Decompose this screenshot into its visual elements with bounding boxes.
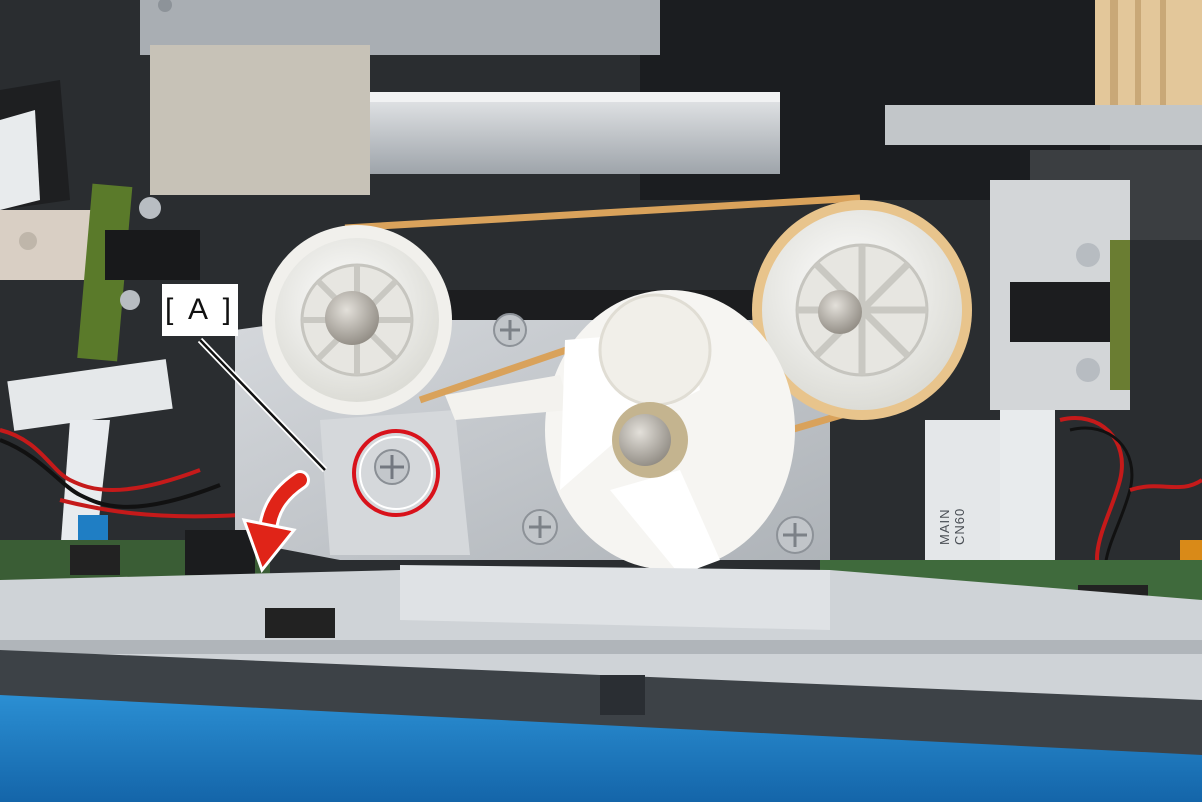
callout-label-a: [ A ] (162, 284, 238, 336)
guide-rail (370, 92, 780, 174)
flex-cable-left (0, 110, 40, 210)
photo-illustration (0, 0, 1202, 802)
carriage-block (150, 45, 370, 195)
printer-mechanism-photo: [ A ] MAIN CN60 (0, 0, 1202, 802)
right-bracket-top (885, 105, 1202, 145)
cable-print-text: MAIN CN60 (937, 455, 967, 545)
cable-line-cn60: CN60 (952, 507, 967, 545)
cable-line-main: MAIN (937, 508, 952, 546)
left-pulley (262, 225, 452, 415)
